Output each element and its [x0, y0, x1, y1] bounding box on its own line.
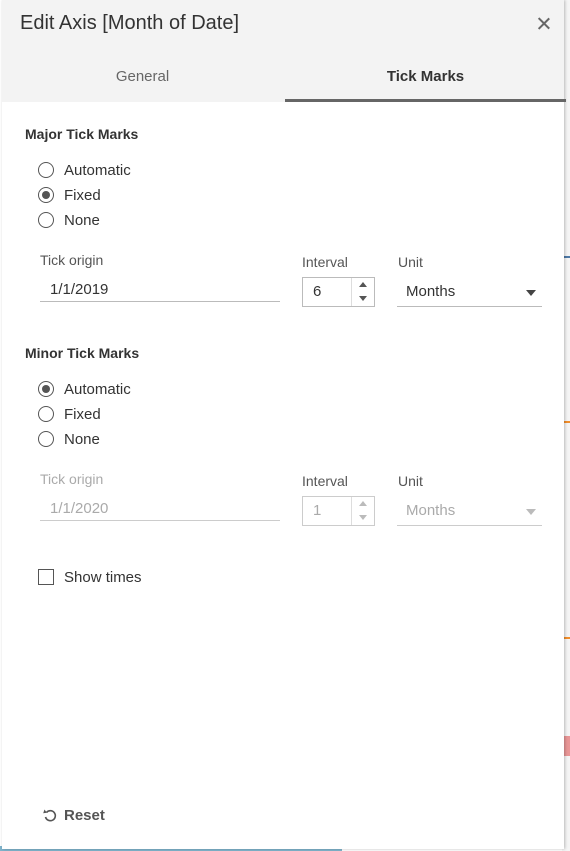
major-unit-value: Months: [406, 283, 456, 300]
reset-label: Reset: [64, 806, 105, 824]
tab-general-label: General: [115, 68, 170, 85]
radio-label: None: [64, 430, 100, 448]
show-times-checkbox-row[interactable]: Show times: [38, 567, 142, 587]
major-radio-none[interactable]: None: [38, 210, 100, 230]
background-mark: [564, 421, 570, 423]
show-times-checkbox[interactable]: [38, 569, 54, 585]
tab-general[interactable]: General: [2, 58, 283, 102]
major-tick-origin-input[interactable]: [40, 278, 280, 302]
major-interval-stepper[interactable]: 6: [302, 277, 375, 307]
undo-icon: [43, 809, 57, 822]
background-mark: [564, 736, 570, 756]
background-mark: [564, 637, 570, 639]
tab-tick-marks-label: Tick Marks: [386, 68, 465, 85]
radio-icon[interactable]: [38, 431, 54, 447]
minor-interval-stepper[interactable]: 1: [302, 496, 375, 526]
radio-icon[interactable]: [38, 406, 54, 422]
radio-label: Automatic: [64, 161, 131, 179]
major-radio-fixed[interactable]: Fixed: [38, 185, 101, 205]
reset-button[interactable]: Reset: [42, 805, 105, 825]
radio-icon-checked[interactable]: [38, 187, 54, 203]
major-radio-automatic[interactable]: Automatic: [38, 160, 131, 180]
chevron-down-icon: [526, 509, 536, 515]
major-tick-origin-label: Tick origin: [40, 252, 104, 268]
minor-unit-select[interactable]: Months: [397, 498, 542, 526]
edit-axis-dialog: Edit Axis [Month of Date] General Tick M…: [2, 0, 566, 849]
dialog-title: Edit Axis [Month of Date]: [20, 12, 239, 34]
radio-icon[interactable]: [38, 212, 54, 228]
radio-icon-checked[interactable]: [38, 381, 54, 397]
minor-radio-none[interactable]: None: [38, 429, 100, 449]
stepper-up-icon[interactable]: [351, 497, 374, 511]
stepper-down-icon[interactable]: [351, 511, 374, 525]
show-times-label: Show times: [64, 568, 142, 586]
minor-interval-label: Interval: [302, 473, 348, 489]
minor-tick-origin-input[interactable]: [40, 497, 280, 521]
major-unit-select[interactable]: Months: [397, 279, 542, 307]
minor-tick-marks-title: Minor Tick Marks: [25, 345, 140, 361]
radio-label: Automatic: [64, 380, 131, 398]
chevron-down-icon: [526, 290, 536, 296]
major-interval-label: Interval: [302, 254, 348, 270]
dialog-header: Edit Axis [Month of Date] General Tick M…: [2, 0, 566, 102]
major-interval-value: 6: [313, 283, 322, 300]
radio-label: Fixed: [64, 405, 101, 423]
radio-label: None: [64, 211, 100, 229]
background-mark: [564, 256, 570, 258]
minor-tick-origin-label: Tick origin: [40, 471, 104, 487]
close-icon[interactable]: [534, 14, 554, 34]
minor-unit-value: Months: [406, 502, 456, 519]
stepper-down-icon[interactable]: [351, 292, 374, 306]
minor-interval-value: 1: [313, 502, 322, 519]
major-unit-label: Unit: [398, 254, 423, 270]
major-tick-marks-title: Major Tick Marks: [25, 126, 139, 142]
radio-icon[interactable]: [38, 162, 54, 178]
minor-radio-automatic[interactable]: Automatic: [38, 379, 131, 399]
radio-label: Fixed: [64, 186, 101, 204]
minor-unit-label: Unit: [398, 473, 423, 489]
tab-tick-marks[interactable]: Tick Marks: [285, 58, 566, 102]
stepper-up-icon[interactable]: [351, 278, 374, 292]
minor-radio-fixed[interactable]: Fixed: [38, 404, 101, 424]
